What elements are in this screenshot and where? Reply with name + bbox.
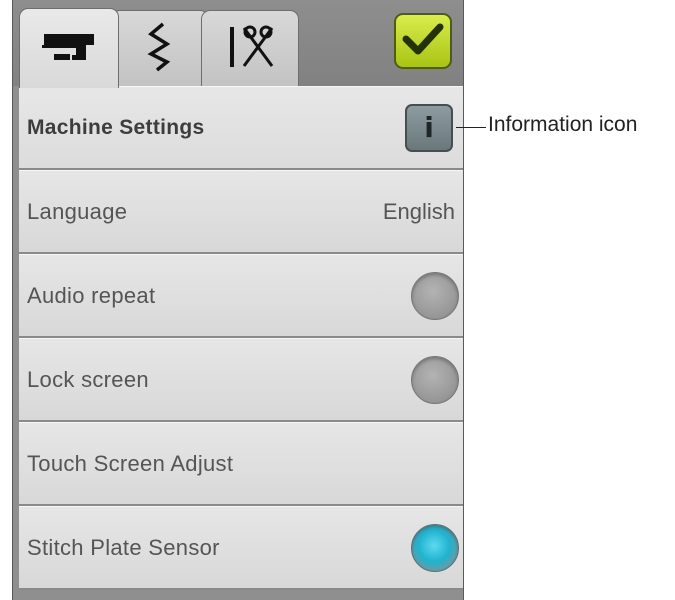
- audio-repeat-toggle[interactable]: [411, 271, 459, 320]
- tab-sewing-settings[interactable]: [201, 10, 299, 86]
- sewing-machine-icon: [40, 31, 98, 67]
- setting-label: Lock screen: [27, 366, 149, 392]
- checkmark-icon: [401, 21, 445, 61]
- needle-scissors-icon: [220, 24, 280, 74]
- setting-row-touch-screen-adjust[interactable]: Touch Screen Adjust: [19, 422, 463, 506]
- setting-row-language[interactable]: Language English: [19, 170, 463, 254]
- page-title: Machine Settings: [27, 115, 205, 139]
- settings-list: Machine Settings i Language English Audi…: [19, 86, 463, 590]
- setting-label: Stitch Plate Sensor: [27, 534, 220, 560]
- setting-row-lock-screen[interactable]: Lock screen: [19, 338, 463, 422]
- zigzag-stitch-icon: [145, 22, 175, 76]
- tab-bar: [13, 0, 463, 88]
- callout-label: Information icon: [488, 113, 638, 136]
- stitch-plate-sensor-toggle[interactable]: [411, 523, 459, 572]
- callout-line: [456, 127, 486, 128]
- tab-stitch-settings[interactable]: [111, 10, 209, 86]
- confirm-button[interactable]: [394, 13, 452, 69]
- settings-panel: Machine Settings i Language English Audi…: [12, 0, 464, 600]
- info-button[interactable]: i: [405, 103, 453, 152]
- setting-row-audio-repeat[interactable]: Audio repeat: [19, 254, 463, 338]
- setting-label: Language: [27, 198, 128, 224]
- lock-screen-toggle[interactable]: [411, 355, 459, 404]
- tab-machine-settings[interactable]: [19, 8, 119, 88]
- settings-header: Machine Settings i: [19, 86, 463, 170]
- setting-value: English: [382, 198, 455, 224]
- info-icon: i: [424, 111, 434, 144]
- setting-label: Audio repeat: [27, 282, 156, 308]
- setting-label: Touch Screen Adjust: [27, 450, 234, 476]
- setting-row-stitch-plate-sensor[interactable]: Stitch Plate Sensor: [19, 506, 463, 590]
